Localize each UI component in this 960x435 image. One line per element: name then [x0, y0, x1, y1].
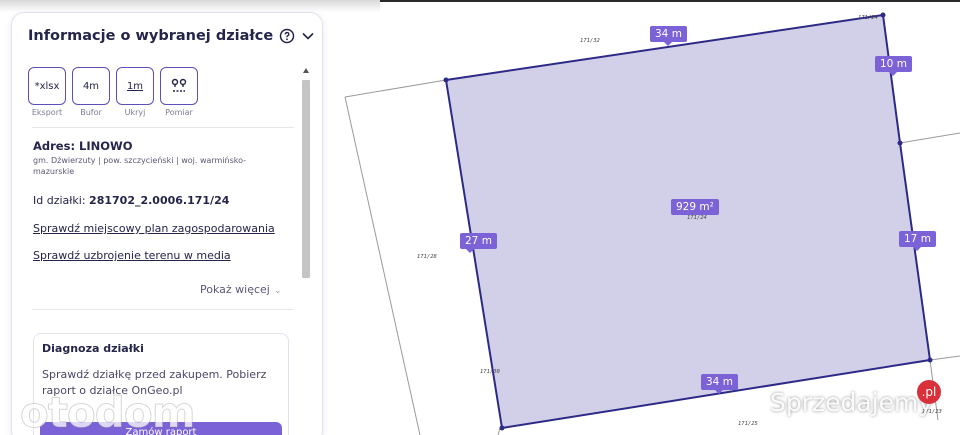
panel-header: Informacje o wybranej działce — [28, 25, 314, 47]
parcel-id-value: 281702_2.0006.171/24 — [89, 194, 230, 207]
panel-scrollbar[interactable] — [302, 68, 310, 435]
selected-parcel — [444, 13, 932, 430]
dimension-top-label: 34 m — [650, 26, 687, 46]
tool-export-label: Eksport — [31, 108, 63, 117]
diagnosis-title: Diagnoza działki — [42, 342, 144, 355]
tool-hide-label: Ukryj — [124, 108, 146, 117]
parcel-id-top-corner: 171/24 — [858, 15, 878, 21]
parcel-id-bottom-left: 171/30 — [480, 369, 500, 375]
parcel-id-line: Id działki: 281702_2.0006.171/24 — [33, 194, 229, 207]
address-subtitle: gm. Dźwierzuty | pow. szczycieński | woj… — [33, 156, 247, 176]
parcel-id-prefix: Id działki: — [33, 194, 86, 207]
parcel-id-bottom: 171/25 — [738, 421, 758, 427]
divider — [32, 127, 294, 128]
close-icon[interactable] — [321, 26, 322, 46]
parcel-id-selected: 171/24 — [687, 215, 707, 221]
address-label: Adres: LINOWO — [33, 139, 133, 153]
dimension-top-right-label: 10 m — [875, 56, 912, 76]
chevron-down-icon: ⌄ — [273, 286, 282, 296]
export-xlsx-button[interactable]: *xlsx — [28, 67, 66, 105]
dimension-left-label: 27 m — [460, 233, 497, 253]
parcel-info-panel: Informacje o wybranej działce *xlsx Eksp… — [12, 13, 322, 435]
hide-button[interactable]: 1m — [116, 67, 154, 105]
help-icon[interactable] — [279, 26, 295, 46]
tool-row: *xlsx Eksport 4m Bufor 1m Ukryj Pomiar — [28, 67, 204, 117]
dimension-right-label: 17 m — [899, 231, 936, 251]
dimension-bottom-label: 34 m — [701, 374, 738, 394]
buffer-icon: 4m — [82, 80, 100, 92]
collapse-chevron-icon[interactable] — [301, 26, 315, 46]
scroll-thumb[interactable] — [302, 80, 310, 278]
zoning-plan-link[interactable]: Sprawdź miejscowy plan zagospodarowania — [33, 222, 275, 235]
tool-buffer-label: Bufor — [80, 108, 102, 117]
panel-title: Informacje o wybranej działce — [28, 28, 274, 44]
watermark-site: Sprzedajemy — [770, 388, 934, 417]
tool-measure-label: Pomiar — [165, 108, 193, 117]
scroll-up-icon[interactable] — [303, 68, 309, 73]
utilities-link[interactable]: Sprawdź uzbrojenie terenu w media — [33, 249, 231, 262]
export-xlsx-icon: *xlsx — [34, 80, 60, 92]
watermark-badge: .pl — [917, 380, 941, 404]
parcel-id-top: 171/32 — [580, 38, 600, 44]
parcel-area-label: 929 m² — [671, 199, 719, 215]
parcel-id-left: 171/28 — [417, 254, 437, 260]
divider — [32, 309, 294, 310]
measure-button[interactable] — [160, 67, 198, 105]
watermark-logo-left: otodom — [19, 388, 195, 435]
buffer-button[interactable]: 4m — [72, 67, 110, 105]
show-more-button[interactable]: Pokaż więcej ⌄ — [200, 283, 281, 296]
show-more-label: Pokaż więcej — [200, 283, 270, 296]
measure-pins-icon — [171, 78, 187, 92]
tool-measure: Pomiar — [160, 67, 218, 117]
ruler-icon: 1m — [126, 80, 144, 92]
